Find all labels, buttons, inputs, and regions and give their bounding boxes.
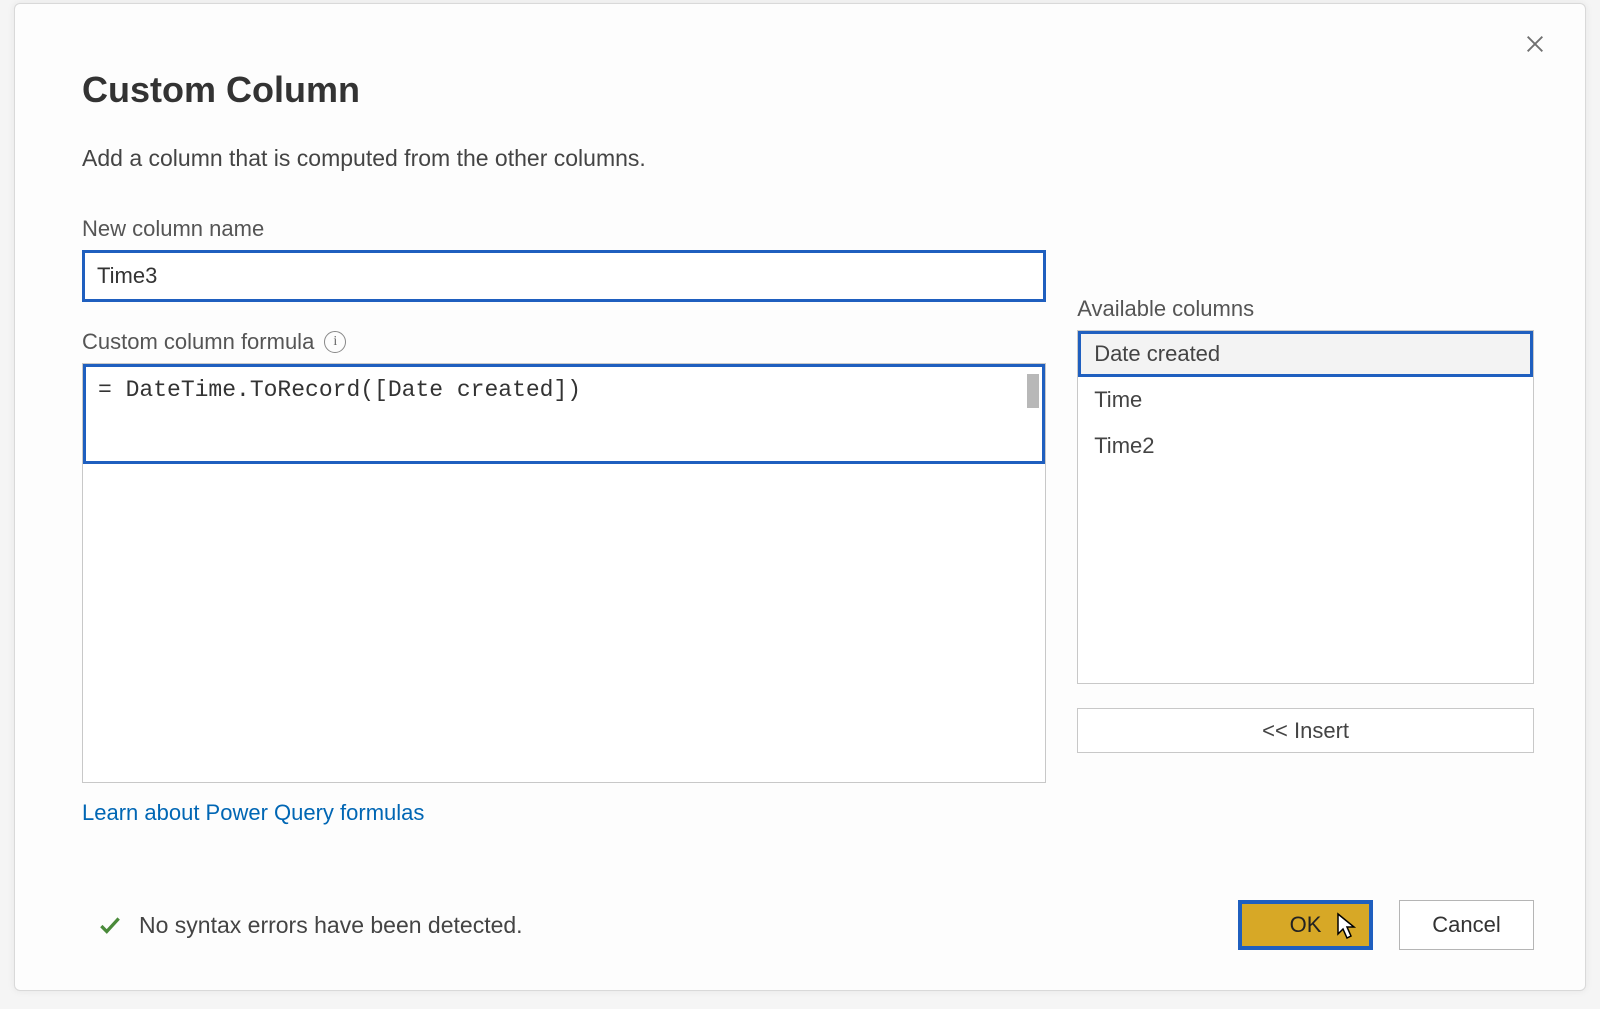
status-message: No syntax errors have been detected. [97, 912, 523, 939]
formula-editor[interactable]: = DateTime.ToRecord([Date created]) [82, 363, 1046, 783]
left-column: New column name Custom column formula i … [82, 216, 1046, 826]
insert-button[interactable]: << Insert [1077, 708, 1534, 753]
available-columns-label: Available columns [1077, 296, 1534, 322]
available-columns-list[interactable]: Date created Time Time2 [1077, 330, 1534, 684]
dialog-title: Custom Column [82, 69, 1534, 111]
info-icon[interactable]: i [324, 331, 346, 353]
column-name-input[interactable] [82, 250, 1046, 302]
cursor-icon [1335, 912, 1359, 942]
check-icon [97, 912, 123, 938]
formula-input[interactable]: = DateTime.ToRecord([Date created]) [83, 364, 1045, 782]
close-button[interactable] [1517, 26, 1553, 62]
formula-label: Custom column formula i [82, 329, 1046, 355]
cancel-button[interactable]: Cancel [1399, 900, 1534, 950]
custom-column-dialog: Custom Column Add a column that is compu… [14, 3, 1586, 991]
available-item-date-created[interactable]: Date created [1078, 331, 1533, 377]
available-item-time[interactable]: Time [1078, 377, 1533, 423]
dialog-subtitle: Add a column that is computed from the o… [82, 145, 1534, 172]
formula-label-text: Custom column formula [82, 329, 314, 355]
learn-link[interactable]: Learn about Power Query formulas [82, 800, 1046, 826]
dialog-footer: No syntax errors have been detected. OK … [97, 900, 1534, 950]
button-row: OK Cancel [1238, 900, 1534, 950]
right-column: Available columns Date created Time Time… [1077, 216, 1534, 826]
scrollbar-thumb[interactable] [1027, 374, 1039, 408]
status-text: No syntax errors have been detected. [139, 912, 523, 939]
close-icon [1524, 33, 1546, 55]
ok-button-label: OK [1290, 912, 1322, 938]
column-name-label: New column name [82, 216, 1046, 242]
available-item-time2[interactable]: Time2 [1078, 423, 1533, 469]
ok-button[interactable]: OK [1238, 900, 1373, 950]
